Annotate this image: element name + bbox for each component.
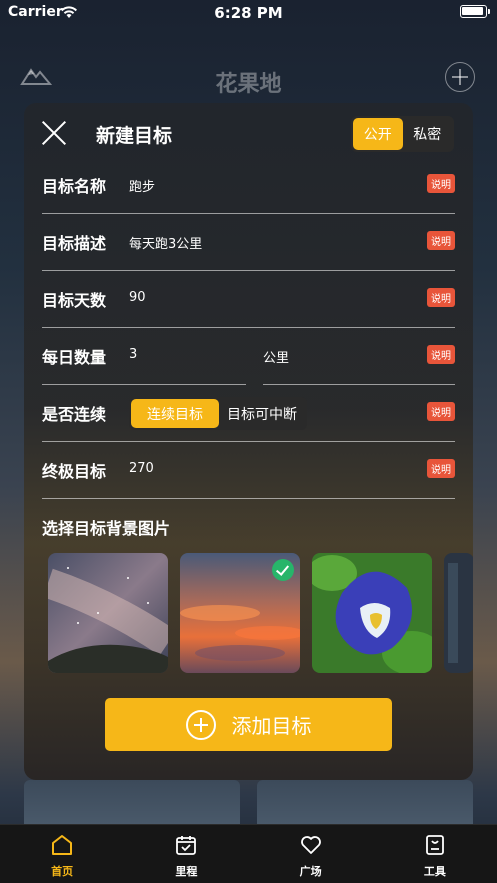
plus-circle-icon — [185, 709, 216, 740]
tab-square[interactable]: 广场 — [249, 825, 373, 883]
ultimate-goal-label: 终极目标 — [42, 462, 107, 481]
daily-amount-input[interactable]: 3 — [129, 347, 137, 362]
divider — [42, 327, 455, 328]
help-badge[interactable]: 说明 — [427, 459, 455, 478]
background-card — [257, 780, 473, 830]
continuous-label: 是否连续 — [42, 405, 107, 424]
heart-icon — [300, 836, 321, 854]
goal-description-row: 目标描述 每天跑3公里 说明 — [42, 215, 455, 271]
goal-description-label: 目标描述 — [42, 234, 107, 253]
help-badge[interactable]: 说明 — [427, 345, 455, 364]
help-badge[interactable]: 说明 — [427, 174, 455, 193]
divider — [42, 498, 455, 499]
tab-label: 工具 — [423, 865, 446, 878]
app-title: 花果地 — [215, 72, 282, 97]
goal-name-label: 目标名称 — [42, 177, 107, 196]
background-card — [24, 780, 240, 830]
add-goal-button[interactable]: 添加目标 — [105, 698, 392, 751]
add-icon[interactable] — [445, 62, 475, 92]
thumbnail-milky-way[interactable] — [48, 553, 168, 673]
thumbnail-sunset[interactable] — [180, 553, 300, 673]
divider — [42, 270, 455, 271]
thumbnail-partial[interactable] — [444, 553, 473, 673]
divider — [42, 384, 246, 385]
background-thumbnails[interactable] — [48, 553, 473, 675]
tab-label: 里程 — [175, 865, 198, 878]
help-badge[interactable]: 说明 — [427, 288, 455, 307]
divider — [42, 441, 455, 442]
goal-days-input[interactable]: 90 — [129, 290, 146, 305]
clock: 6:28 PM — [214, 4, 283, 22]
add-goal-label: 添加目标 — [231, 714, 312, 738]
divider — [42, 213, 455, 214]
toolbox-icon — [425, 835, 444, 855]
app-header: 花果地 — [0, 58, 497, 102]
daily-amount-row: 每日数量 3 公里 说明 — [42, 329, 455, 385]
goal-description-input[interactable]: 每天跑3公里 — [129, 233, 202, 252]
divider — [263, 384, 455, 385]
status-bar: Carrier 6:28 PM — [0, 0, 497, 26]
calendar-icon — [176, 836, 197, 855]
goal-days-row: 目标天数 90 说明 — [42, 272, 455, 328]
daily-amount-label: 每日数量 — [42, 348, 107, 367]
continuous-row: 是否连续 连续目标 目标可中断 说明 — [42, 386, 455, 442]
battery-icon — [460, 5, 487, 18]
ultimate-goal-row: 终极目标 270 说明 — [42, 443, 455, 499]
background-picker-title: 选择目标背景图片 — [42, 519, 171, 538]
home-icon — [52, 835, 73, 855]
visibility-toggle: 公开 私密 — [351, 116, 454, 152]
continuous-toggle: 连续目标 目标可中断 — [129, 397, 307, 430]
help-badge[interactable]: 说明 — [427, 231, 455, 250]
goal-name-row: 目标名称 跑步 说明 — [42, 158, 455, 214]
visibility-private-option[interactable]: 私密 — [403, 118, 453, 150]
daily-unit-input[interactable]: 公里 — [263, 347, 289, 366]
tab-tools[interactable]: 工具 — [373, 825, 497, 883]
tab-bar: 首页 里程 广场 工具 — [0, 824, 497, 883]
tab-label: 首页 — [51, 865, 74, 878]
help-badge[interactable]: 说明 — [427, 402, 455, 421]
goal-name-input[interactable]: 跑步 — [129, 176, 155, 195]
tab-milestones[interactable]: 里程 — [124, 825, 248, 883]
goal-days-label: 目标天数 — [42, 291, 107, 310]
tab-home[interactable]: 首页 — [0, 825, 124, 883]
ultimate-goal-value: 270 — [129, 461, 154, 476]
new-goal-modal: 新建目标 公开 私密 目标名称 跑步 说明 目标描述 每天跑3公里 说明 目标天… — [24, 103, 473, 780]
thumbnail-blue-flower[interactable] — [312, 553, 432, 673]
interruptible-option[interactable]: 目标可中断 — [219, 399, 305, 428]
close-icon[interactable] — [40, 119, 68, 147]
modal-title: 新建目标 — [96, 125, 173, 147]
visibility-public-option[interactable]: 公开 — [353, 118, 403, 150]
continuous-option[interactable]: 连续目标 — [131, 399, 219, 428]
tab-label: 广场 — [299, 865, 322, 878]
battery-tip — [488, 9, 490, 14]
selected-check-icon — [272, 559, 294, 581]
